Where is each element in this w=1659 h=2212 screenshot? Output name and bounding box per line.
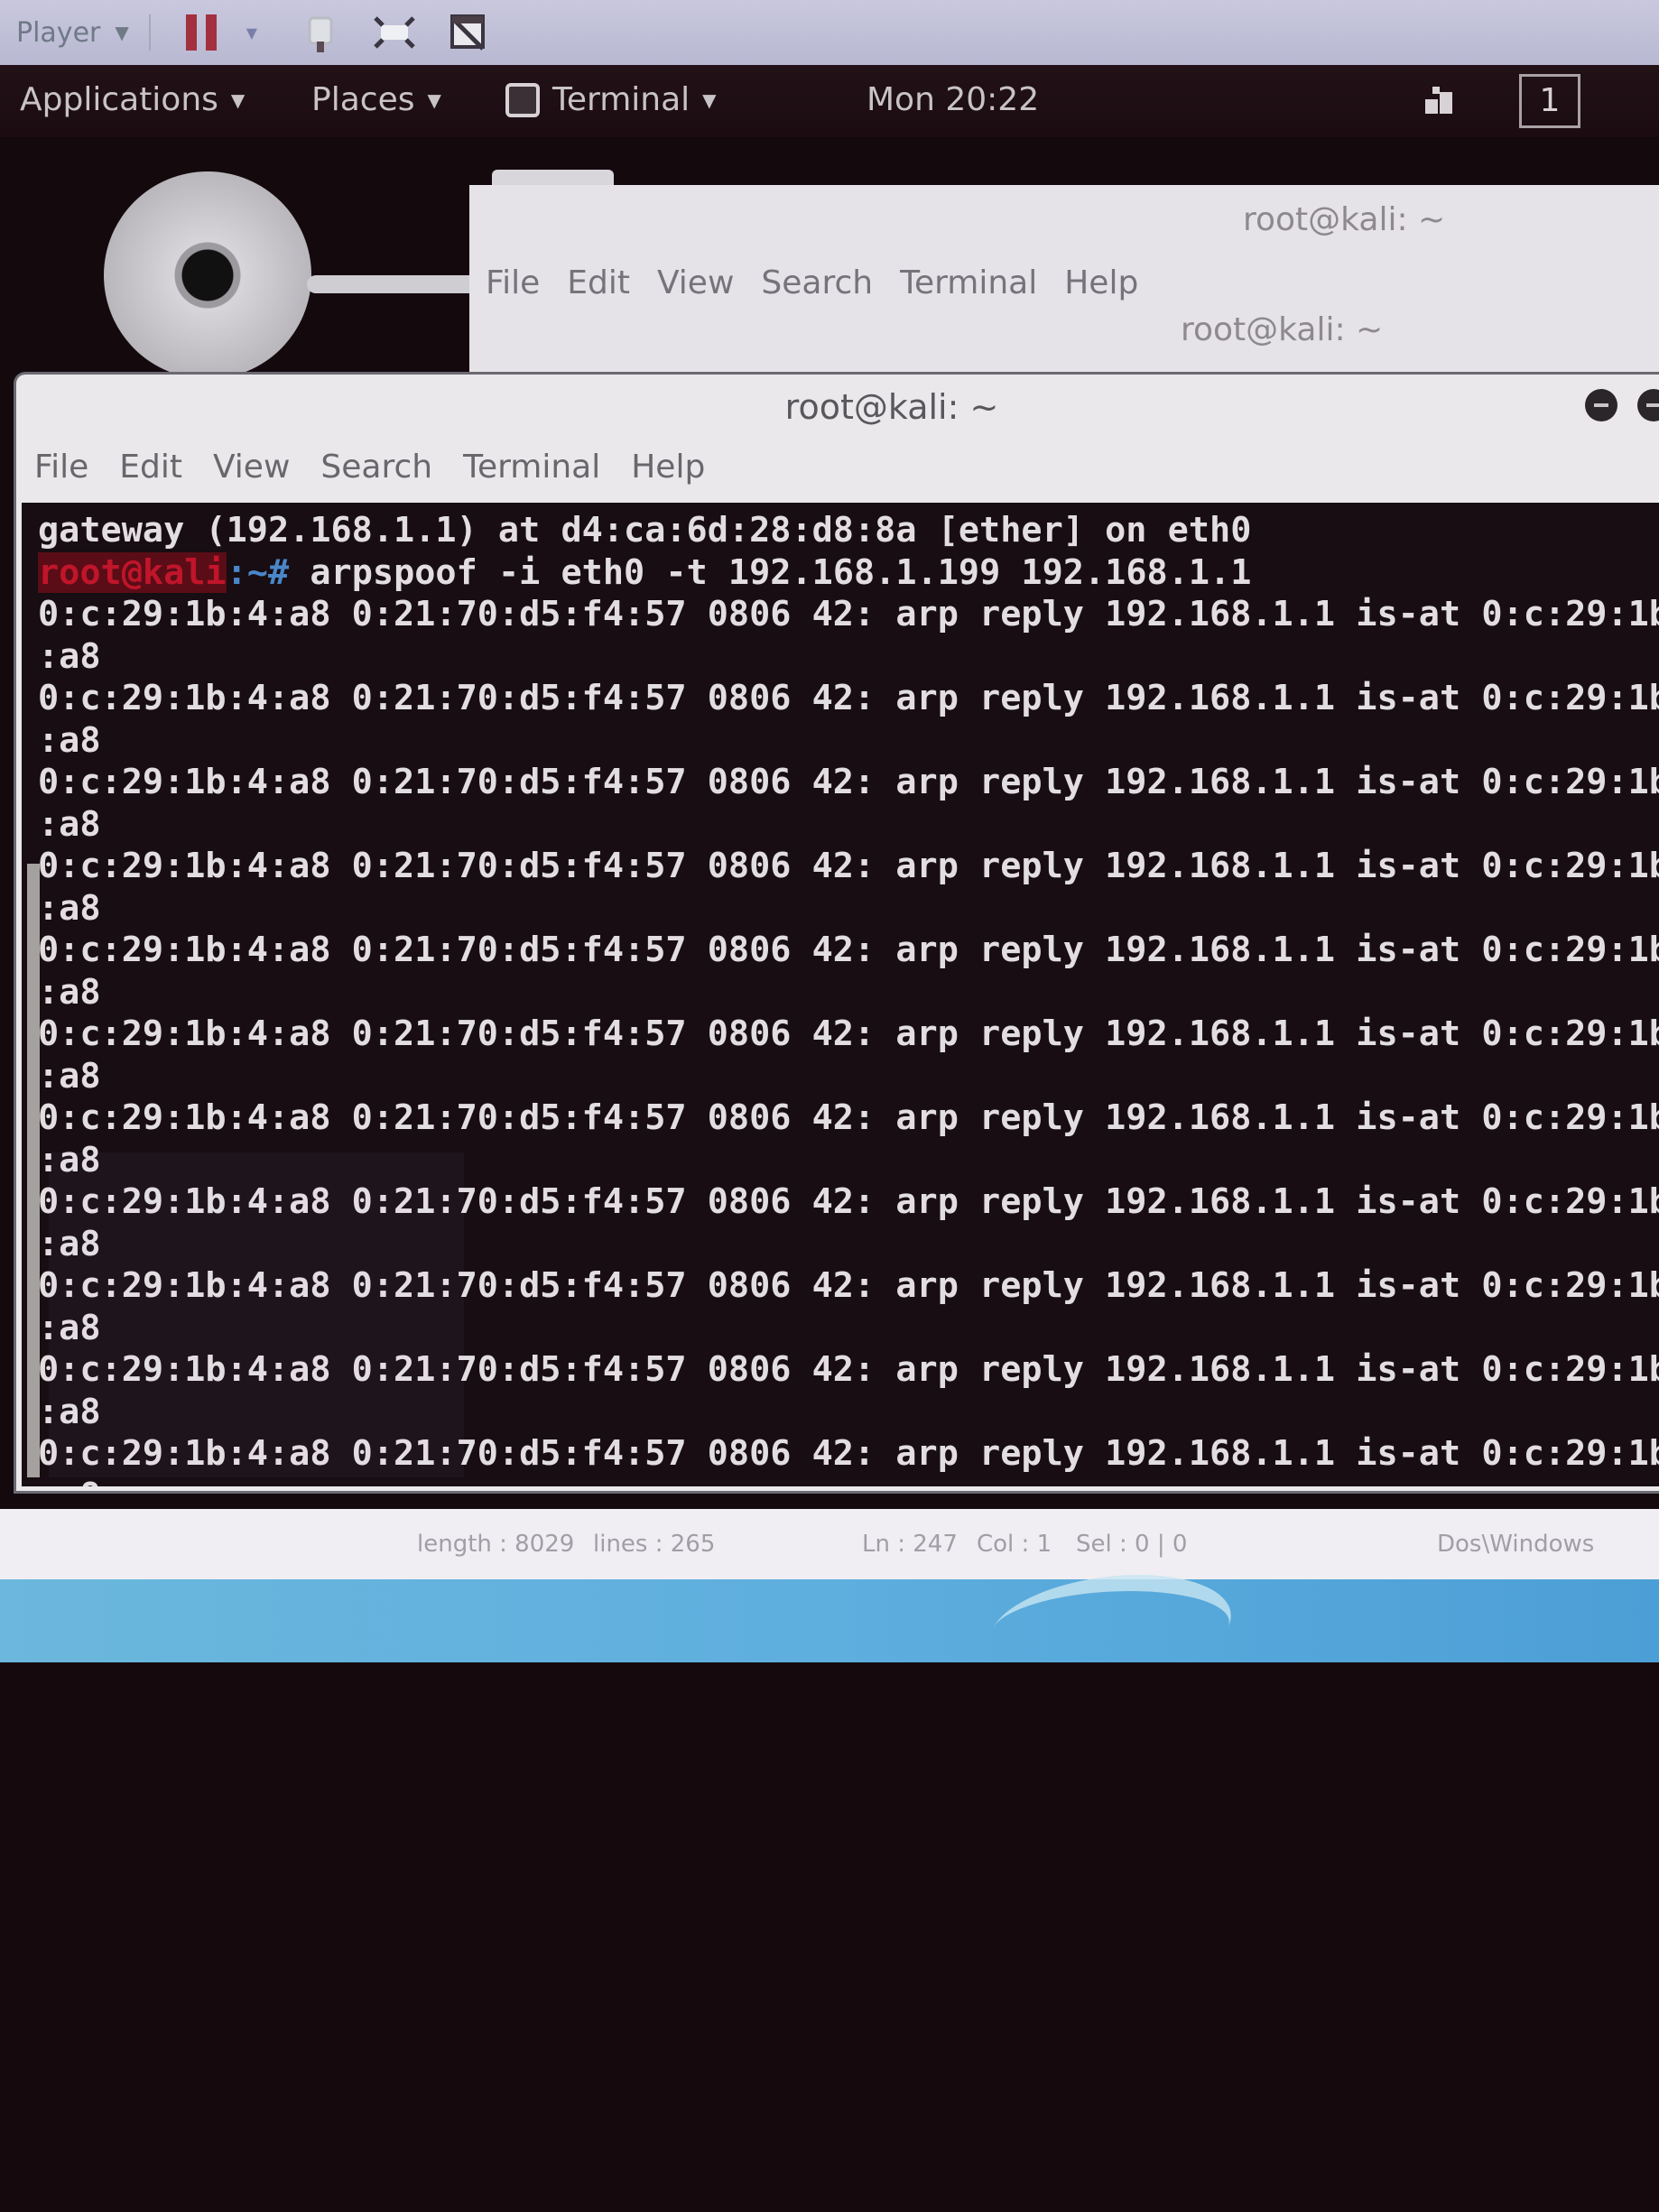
terminal-line: 0:c:29:1b:4:a8 0:21:70:d5:f4:57 0806 42:… [38,930,1659,970]
command-text: arpspoof -i eth0 -t 192.168.1.199 192.16… [289,551,1252,593]
minimize-button[interactable] [1585,389,1617,421]
pause-icon [185,14,217,51]
terminal-line: :a8 [38,1391,101,1432]
menu-search[interactable]: Search [320,449,432,486]
background-window-title: root@kali: ~ [1243,201,1446,238]
clock-label: Mon 20:22 [867,81,1040,118]
network-icon[interactable] [1422,83,1458,119]
workspace-number: 1 [1539,82,1561,119]
workspace-switcher[interactable]: 1 [1519,74,1580,128]
terminal-line: 0:c:29:1b:4:a8 0:21:70:d5:f4:57 0806 42:… [38,1181,1659,1222]
terminal-line: :a8 [38,1307,101,1348]
player-menu-button[interactable]: Player ▼ [16,17,129,49]
pause-dropdown-icon[interactable]: ▼ [246,24,257,42]
terminal-line: :a8 [38,887,101,929]
active-app-label: Terminal [552,81,690,118]
terminal-line: 0:c:29:1b:4:a8 0:21:70:d5:f4:57 0806 42:… [38,1265,1659,1306]
pause-button[interactable] [178,11,225,54]
unity-button[interactable] [445,11,492,54]
fit-guest-button[interactable] [371,11,418,54]
menu-view[interactable]: View [657,264,734,301]
terminal-line: :a8 [38,803,101,845]
menu-search[interactable]: Search [761,264,873,301]
prompt-user: root@kali [38,551,227,593]
host-desktop-background [0,1579,1659,1662]
terminal-lines: gateway (192.168.1.1) at d4:ca:6d:28:d8:… [38,510,1659,1486]
status-sel: Sel : 0 | 0 [1076,1531,1188,1558]
unity-icon [450,14,486,51]
clock[interactable]: Mon 20:22 [867,81,1039,118]
desktop-disc-icon[interactable] [104,171,311,379]
monitor-bezel [0,1662,1659,2212]
places-menu[interactable]: Places ▼ [311,81,441,118]
terminal-line: 0:c:29:1b:4:a8 0:21:70:d5:f4:57 0806 42:… [38,762,1659,802]
menu-help[interactable]: Help [631,449,705,486]
terminal-line: 0:c:29:1b:4:a8 0:21:70:d5:f4:57 0806 42:… [38,1433,1659,1474]
terminal-line: :a8 [38,971,101,1013]
send-ctrl-alt-del-icon [308,16,333,52]
terminal-prompt-line: root@kali:~# arpspoof -i eth0 -t 192.168… [38,551,1659,595]
send-ctrl-alt-del-button[interactable] [297,11,344,54]
terminal-window[interactable]: root@kali: ~ File Edit View Search Termi… [16,375,1659,1491]
host-editor-status-bar: length : 8029 lines : 265 Ln : 247 Col :… [0,1509,1659,1579]
player-menu-label: Player [16,16,101,49]
terminal-output[interactable]: gateway (192.168.1.1) at d4:ca:6d:28:d8:… [22,503,1659,1486]
vm-player-toolbar: Player ▼ ▼ [0,0,1659,65]
menu-terminal[interactable]: Terminal [900,264,1037,301]
background-terminal-window[interactable]: root@kali: ~ File Edit View Search Termi… [469,185,1659,375]
terminal-line: :a8 [38,1139,101,1180]
terminal-line: :a8 [38,1055,101,1097]
menu-view[interactable]: View [213,449,290,486]
background-window-menubar: File Edit View Search Terminal Help [486,264,1138,301]
places-label: Places [311,81,415,118]
applications-menu[interactable]: Applications ▼ [20,81,245,118]
terminal-line: 0:c:29:1b:4:a8 0:21:70:d5:f4:57 0806 42:… [38,594,1659,634]
prompt-path: :~# [226,551,290,593]
terminal-line: 0:c:29:1b:4:a8 0:21:70:d5:f4:57 0806 42:… [38,846,1659,886]
window-title: root@kali: ~ [784,387,999,427]
chevron-down-icon: ▼ [230,88,246,111]
chevron-down-icon: ▼ [427,88,441,111]
toolbar-divider [148,14,151,51]
terminal-app-icon [505,82,540,117]
terminal-line: :a8 [38,635,101,677]
status-ln: Ln : 247 [862,1531,958,1558]
terminal-line: 0:c:29:1b:4:a8 0:21:70:d5:f4:57 0806 42:… [38,1349,1659,1390]
menu-help[interactable]: Help [1064,264,1138,301]
status-col: Col : 1 [977,1531,1052,1558]
chevron-down-icon: ▼ [115,22,129,43]
terminal-titlebar[interactable]: root@kali: ~ [16,375,1659,438]
terminal-line: :a8 [38,719,101,761]
menu-edit[interactable]: Edit [119,449,182,486]
terminal-line: 0:c:29:1b:4:a8 0:21:70:d5:f4:57 0806 42:… [38,1097,1659,1138]
menu-edit[interactable]: Edit [567,264,630,301]
fit-guest-icon [374,16,415,49]
menu-file[interactable]: File [486,264,540,301]
terminal-line: 0:c:29:1b:4:a8 0:21:70:d5:f4:57 0806 42:… [38,678,1659,718]
terminal-line: :a8 [38,1223,101,1264]
menu-terminal[interactable]: Terminal [463,449,600,486]
background-window-second-title: root@kali: ~ [1181,311,1384,348]
status-lines: lines : 265 [593,1531,716,1558]
terminal-line: 0:c:29:1b:4:a8 0:21:70:d5:f4:57 0806 42:… [38,1013,1659,1054]
status-length: length : 8029 [417,1531,575,1558]
status-eol[interactable]: Dos\Windows [1437,1531,1594,1558]
terminal-line: :a8 [38,1476,1659,1487]
terminal-line: gateway (192.168.1.1) at d4:ca:6d:28:d8:… [38,510,1252,551]
gnome-top-panel: Applications ▼ Places ▼ Terminal ▼ Mon 2… [0,65,1659,137]
menu-file[interactable]: File [34,449,88,486]
applications-label: Applications [20,81,218,118]
disc-shine-decoration [307,275,487,293]
active-app-menu[interactable]: Terminal ▼ [505,81,717,118]
terminal-menubar: File Edit View Search Terminal Help [34,449,705,486]
chevron-down-icon: ▼ [702,88,717,111]
